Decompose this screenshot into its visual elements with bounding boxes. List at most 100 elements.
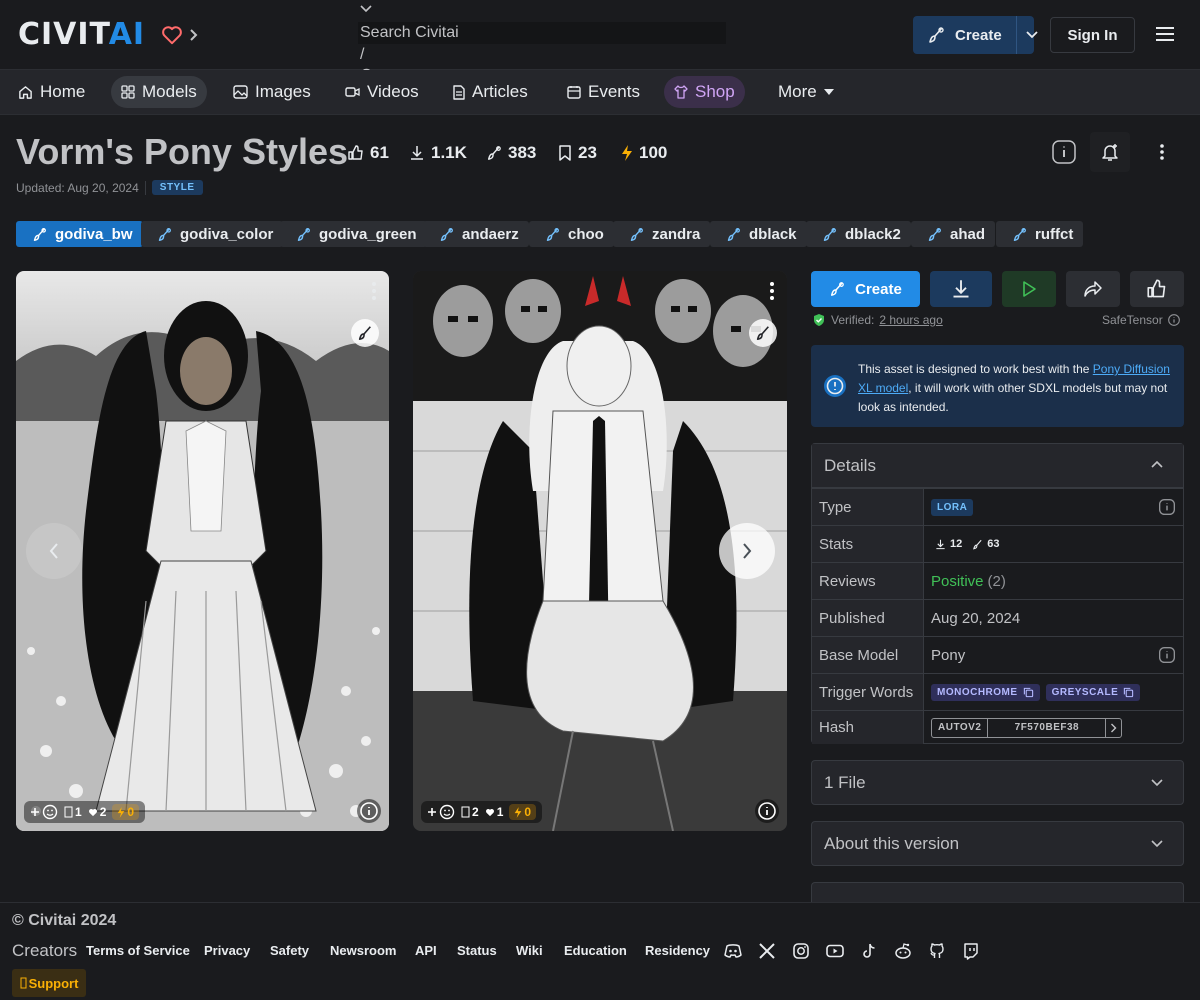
info-icon[interactable] bbox=[357, 799, 381, 823]
footer-link-privacy[interactable]: Privacy bbox=[204, 943, 250, 958]
support-button[interactable]: Support bbox=[12, 969, 86, 997]
shirt-icon bbox=[674, 85, 688, 99]
prev-image-button[interactable] bbox=[26, 523, 82, 579]
footer-link-newsroom[interactable]: Newsroom bbox=[330, 943, 396, 958]
chevron-right-icon[interactable] bbox=[1106, 719, 1121, 737]
trigger-words-label: Trigger Words bbox=[812, 674, 924, 710]
remix-brush-icon[interactable] bbox=[749, 319, 777, 347]
heart-icon[interactable] bbox=[161, 25, 183, 45]
footer-link-wiki[interactable]: Wiki bbox=[516, 943, 543, 958]
heart-icon bbox=[88, 808, 98, 817]
add-reaction-icon[interactable] bbox=[30, 804, 58, 820]
nav-home[interactable]: Home bbox=[8, 76, 95, 108]
sidebar-create-button[interactable]: Create bbox=[811, 271, 920, 307]
type-badge: STYLE bbox=[151, 180, 203, 195]
civitai-logo[interactable]: CIVITAI bbox=[18, 20, 199, 50]
files-accordion[interactable]: 1 File bbox=[811, 760, 1184, 805]
version-tab-label: godiva_color bbox=[180, 225, 274, 243]
tip-buzz-button[interactable]: 0 bbox=[112, 804, 140, 820]
twitch-icon[interactable] bbox=[961, 941, 981, 961]
chevron-down-icon[interactable] bbox=[360, 4, 372, 14]
remix-brush-icon[interactable] bbox=[351, 319, 379, 347]
gallery-card-1[interactable]: 1 2 0 bbox=[16, 271, 389, 831]
version-tab-godiva-color[interactable]: godiva_color bbox=[141, 221, 284, 247]
share-button[interactable] bbox=[1066, 271, 1120, 307]
page-title: Vorm's Pony Styles bbox=[16, 131, 349, 172]
footer-link-terms-of-service[interactable]: Terms of Service bbox=[86, 943, 190, 958]
version-tab-dblack[interactable]: dblack bbox=[710, 221, 807, 247]
version-tab-label: godiva_green bbox=[319, 225, 417, 243]
nav-models[interactable]: Models bbox=[111, 76, 207, 108]
version-tab-dblack2[interactable]: dblack2 bbox=[806, 221, 911, 247]
version-tab-ahad[interactable]: ahad bbox=[911, 221, 996, 247]
trigger-word-chip[interactable]: MONOCHROME bbox=[931, 683, 1040, 701]
like-button[interactable] bbox=[1130, 271, 1184, 307]
about-version-accordion[interactable]: About this version bbox=[811, 821, 1184, 866]
version-tab-andaerz[interactable]: andaerz bbox=[423, 221, 529, 247]
create-button[interactable]: Create bbox=[913, 16, 1038, 54]
instagram-icon[interactable] bbox=[791, 941, 811, 961]
footer-link-status[interactable]: Status bbox=[457, 943, 497, 958]
reddit-icon[interactable] bbox=[893, 941, 913, 961]
notification-bell-icon[interactable] bbox=[1090, 132, 1130, 172]
nav-shop[interactable]: Shop bbox=[664, 76, 745, 108]
nav-label: Articles bbox=[472, 82, 528, 101]
nav-images[interactable]: Images bbox=[223, 76, 321, 108]
sign-in-button[interactable]: Sign In bbox=[1050, 17, 1135, 53]
discord-icon[interactable] bbox=[723, 941, 743, 961]
info-icon[interactable] bbox=[1167, 314, 1180, 326]
chevron-up-icon[interactable] bbox=[1151, 460, 1163, 468]
nav-articles[interactable]: Articles bbox=[443, 76, 538, 108]
brush-icon bbox=[439, 227, 454, 242]
footer-link-creators[interactable]: Creators bbox=[12, 941, 77, 961]
info-icon[interactable] bbox=[1044, 132, 1084, 172]
heart-count[interactable]: 1 bbox=[485, 805, 503, 819]
chevron-down-icon[interactable] bbox=[1015, 16, 1039, 54]
add-reaction-icon[interactable] bbox=[427, 804, 455, 820]
copy-icon bbox=[1023, 687, 1034, 698]
nav-label: Events bbox=[588, 82, 640, 101]
footer-link-safety[interactable]: Safety bbox=[270, 943, 309, 958]
tip-buzz-button[interactable]: 0 bbox=[509, 804, 537, 820]
trigger-word-chip[interactable]: GREYSCALE bbox=[1045, 683, 1141, 701]
search-input[interactable] bbox=[358, 22, 726, 44]
heart-count[interactable]: 2 bbox=[88, 805, 106, 819]
footer-link-api[interactable]: API bbox=[415, 943, 437, 958]
version-tab-godiva-bw[interactable]: godiva_bw bbox=[16, 221, 143, 247]
youtube-icon[interactable] bbox=[825, 941, 845, 961]
hash-box[interactable]: AUTOV2 7F570BEF38 bbox=[931, 717, 1123, 738]
comment-count[interactable]: 2 bbox=[461, 805, 479, 819]
more-vertical-icon[interactable] bbox=[371, 281, 377, 301]
version-tab-godiva-green[interactable]: godiva_green bbox=[280, 221, 427, 247]
info-icon[interactable] bbox=[1159, 499, 1175, 515]
chevron-down-icon bbox=[1151, 840, 1163, 848]
brush-icon bbox=[629, 227, 644, 242]
tiktok-icon[interactable] bbox=[859, 941, 879, 961]
info-icon[interactable] bbox=[755, 799, 779, 823]
verified-time-link[interactable]: 2 hours ago bbox=[879, 313, 942, 327]
next-image-button[interactable] bbox=[719, 523, 775, 579]
nav-more[interactable]: More bbox=[768, 76, 844, 108]
chevron-right-icon[interactable] bbox=[189, 28, 199, 42]
x-twitter-icon[interactable] bbox=[757, 941, 777, 961]
brush-icon bbox=[972, 539, 983, 550]
more-vertical-icon[interactable] bbox=[769, 281, 775, 301]
gallery-card-2[interactable]: 2 1 0 bbox=[413, 271, 787, 831]
download-button[interactable] bbox=[930, 271, 992, 307]
version-tab-choo[interactable]: choo bbox=[529, 221, 614, 247]
info-icon[interactable] bbox=[1159, 647, 1175, 663]
footer-link-residency[interactable]: Residency bbox=[645, 943, 710, 958]
details-header[interactable]: Details bbox=[812, 444, 1183, 488]
nav-events[interactable]: Events bbox=[557, 76, 650, 108]
comment-count[interactable]: 1 bbox=[64, 805, 82, 819]
version-tab-ruffct[interactable]: ruffct bbox=[996, 221, 1084, 247]
play-button[interactable] bbox=[1002, 271, 1056, 307]
hamburger-menu-icon[interactable] bbox=[1155, 26, 1175, 42]
github-icon[interactable] bbox=[927, 941, 947, 961]
reviews-value[interactable]: Positive (2) bbox=[924, 563, 1183, 599]
comment-icon bbox=[461, 806, 470, 818]
version-tab-zandra[interactable]: zandra bbox=[613, 221, 711, 247]
footer-link-education[interactable]: Education bbox=[564, 943, 627, 958]
nav-videos[interactable]: Videos bbox=[335, 76, 429, 108]
more-vertical-icon[interactable] bbox=[1142, 132, 1182, 172]
